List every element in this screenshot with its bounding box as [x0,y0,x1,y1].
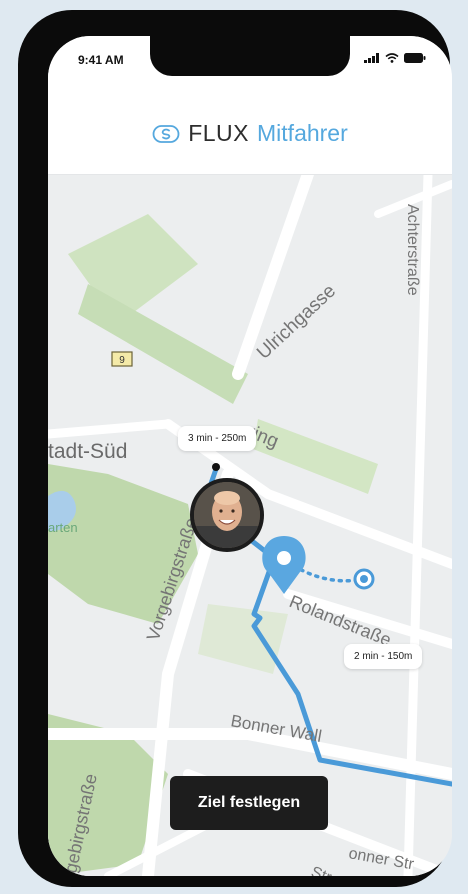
driver-position-dot [212,463,220,471]
phone-notch [150,36,350,76]
brand: FLUX Mitfahrer [48,120,452,147]
driver-photo [194,482,260,548]
signal-icon [364,53,379,63]
destination-eta-bubble: 2 min - 150m [344,644,423,669]
map-view[interactable]: 9 Ulrichgasse Achterstraße ring Vorgebir… [48,174,452,876]
street-label-achterstrasse: Achterstraße [404,204,421,296]
app-screen: 9:41 AM FLUX Mitfahrer 9 Ulrichgasse Ach… [48,36,452,876]
brand-subtitle: Mitfahrer [257,120,348,146]
driver-avatar[interactable] [190,478,264,552]
phone-frame: 9:41 AM FLUX Mitfahrer 9 Ulrichgasse Ach… [18,10,452,887]
status-icons [364,53,426,63]
park-label: arten [48,520,78,535]
app-header: FLUX Mitfahrer [48,82,452,175]
battery-icon [404,53,426,63]
brand-name: FLUX [188,120,250,146]
pickup-pin-dot [277,551,291,565]
destination-eta-text: 2 min - 150m [354,651,413,662]
flux-logo-icon [152,124,180,143]
route-number-label: 9 [119,355,125,366]
set-destination-button[interactable]: Ziel festlegen [170,776,328,830]
page-background: 9:41 AM FLUX Mitfahrer 9 Ulrichgasse Ach… [0,0,468,894]
driver-eta-text: 3 min - 250m [188,433,247,444]
driver-eta-bubble: 3 min - 250m [178,426,257,451]
wifi-icon [385,53,399,63]
district-label: tadt-Süd [48,440,127,463]
status-time: 9:41 AM [78,53,124,67]
